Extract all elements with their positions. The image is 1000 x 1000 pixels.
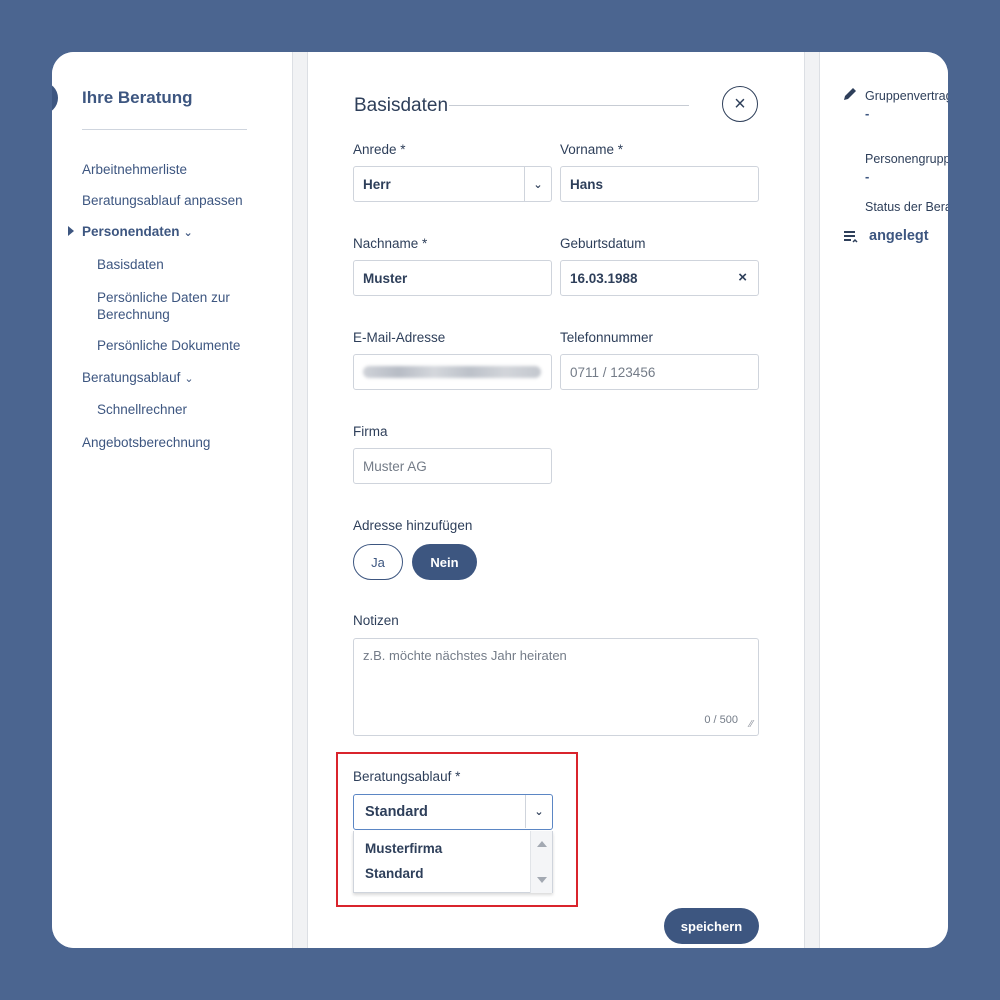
status-label: Status der Beratung [865,200,948,214]
sidebar-item-beratungsablauf[interactable]: Beratungsablauf ⌄ [82,369,194,388]
option-standard[interactable]: Standard [365,866,424,881]
form-title: Basisdaten [354,95,449,116]
vorname-label: Vorname * [560,142,624,157]
clear-icon[interactable]: × [738,269,747,286]
options-scrollbar[interactable] [530,831,552,893]
geburtsdatum-value: 16.03.1988 [570,270,638,286]
sidebar: Ihre Beratung Arbeitnehmerliste Beratung… [52,52,292,948]
notizen-placeholder: z.B. möchte nächstes Jahr heiraten [363,648,567,663]
email-label: E-Mail-Adresse [353,330,446,345]
telefon-value: 0711 / 123456 [570,364,656,380]
scroll-up-icon[interactable] [537,841,547,847]
option-musterfirma[interactable]: Musterfirma [365,841,442,856]
adresse-ja-button[interactable]: Ja [353,544,403,580]
sidebar-toggle[interactable] [52,82,58,114]
gruppenvertrag-label: Gruppenvertrag [865,89,948,103]
firma-input[interactable]: Muster AG [353,448,552,484]
telefon-input[interactable]: 0711 / 123456 [560,354,759,390]
beratungsablauf-options: Musterfirma Standard [353,831,553,893]
sidebar-item-angebotsberechnung[interactable]: Angebotsberechnung [82,434,210,451]
panel-divider-left [292,52,308,948]
info-panel: Gruppenvertrag - Personengruppe - Status… [820,52,948,948]
panel-divider-right [804,52,820,948]
sidebar-item-persoenliche-dokumente[interactable]: Persönliche Dokumente [97,337,240,354]
beratungsablauf-select[interactable]: Standard ⌄ [353,794,553,830]
active-indicator-icon [68,226,74,236]
sidebar-item-basisdaten[interactable]: Basisdaten [97,256,164,273]
personengruppe-value: - [865,169,870,184]
sidebar-item-beratungsablauf-anpassen[interactable]: Beratungsablauf anpassen [82,192,243,209]
firma-value: Muster AG [363,458,427,474]
sidebar-divider [82,129,247,130]
status-value: angelegt [869,228,929,244]
app-window: Ihre Beratung Arbeitnehmerliste Beratung… [52,52,948,948]
geburtsdatum-input[interactable]: 16.03.1988 × [560,260,759,296]
document-list-icon [844,231,858,243]
sidebar-item-personendaten[interactable]: Personendaten ⌄ [82,223,193,242]
chevron-down-icon: ⌄ [183,227,193,239]
nachname-input[interactable]: Muster [353,260,552,296]
resize-handle-icon[interactable]: ⁄⁄ [750,719,753,730]
vorname-value: Hans [570,176,604,192]
close-button[interactable]: × [722,86,758,122]
geburtsdatum-label: Geburtsdatum [560,236,646,251]
vorname-input[interactable]: Hans [560,166,759,202]
chevron-down-icon: ⌄ [184,373,194,385]
telefon-label: Telefonnummer [560,330,654,345]
anrede-label: Anrede * [353,142,406,157]
save-button[interactable]: speichern [664,908,759,944]
gruppenvertrag-value: - [865,106,870,121]
close-icon: × [734,92,746,115]
email-input[interactable] [353,354,552,390]
beratungsablauf-label: Beratungsablauf * [353,769,461,784]
notizen-textarea[interactable]: z.B. möchte nächstes Jahr heiraten 0 / 5… [353,638,759,736]
personengruppe-label: Personengruppe [865,152,948,166]
basisdaten-form: Basisdaten × Anrede * Herr ⌄ Vorname * H… [308,52,804,948]
notizen-label: Notizen [353,613,399,628]
sidebar-item-arbeitnehmerliste[interactable]: Arbeitnehmerliste [82,161,187,178]
notizen-counter: 0 / 500 [704,714,738,726]
chevron-down-icon: ⌄ [525,795,552,828]
email-value-redacted [363,366,541,378]
chevron-down-icon: ⌄ [524,167,551,201]
adresse-nein-button[interactable]: Nein [412,544,477,580]
pencil-icon[interactable] [842,86,858,102]
nachname-value: Muster [363,270,408,286]
anrede-select[interactable]: Herr ⌄ [353,166,552,202]
firma-label: Firma [353,424,388,439]
anrede-value: Herr [363,176,391,192]
title-divider [449,105,689,106]
beratungsablauf-value: Standard [365,804,428,820]
adresse-label: Adresse hinzufügen [353,518,473,533]
sidebar-title: Ihre Beratung [82,88,193,107]
nachname-label: Nachname * [353,236,428,251]
sidebar-item-persoenliche-daten[interactable]: Persönliche Daten zur Berechnung [97,289,230,323]
scroll-down-icon[interactable] [537,877,547,883]
sidebar-item-schnellrechner[interactable]: Schnellrechner [97,401,187,418]
